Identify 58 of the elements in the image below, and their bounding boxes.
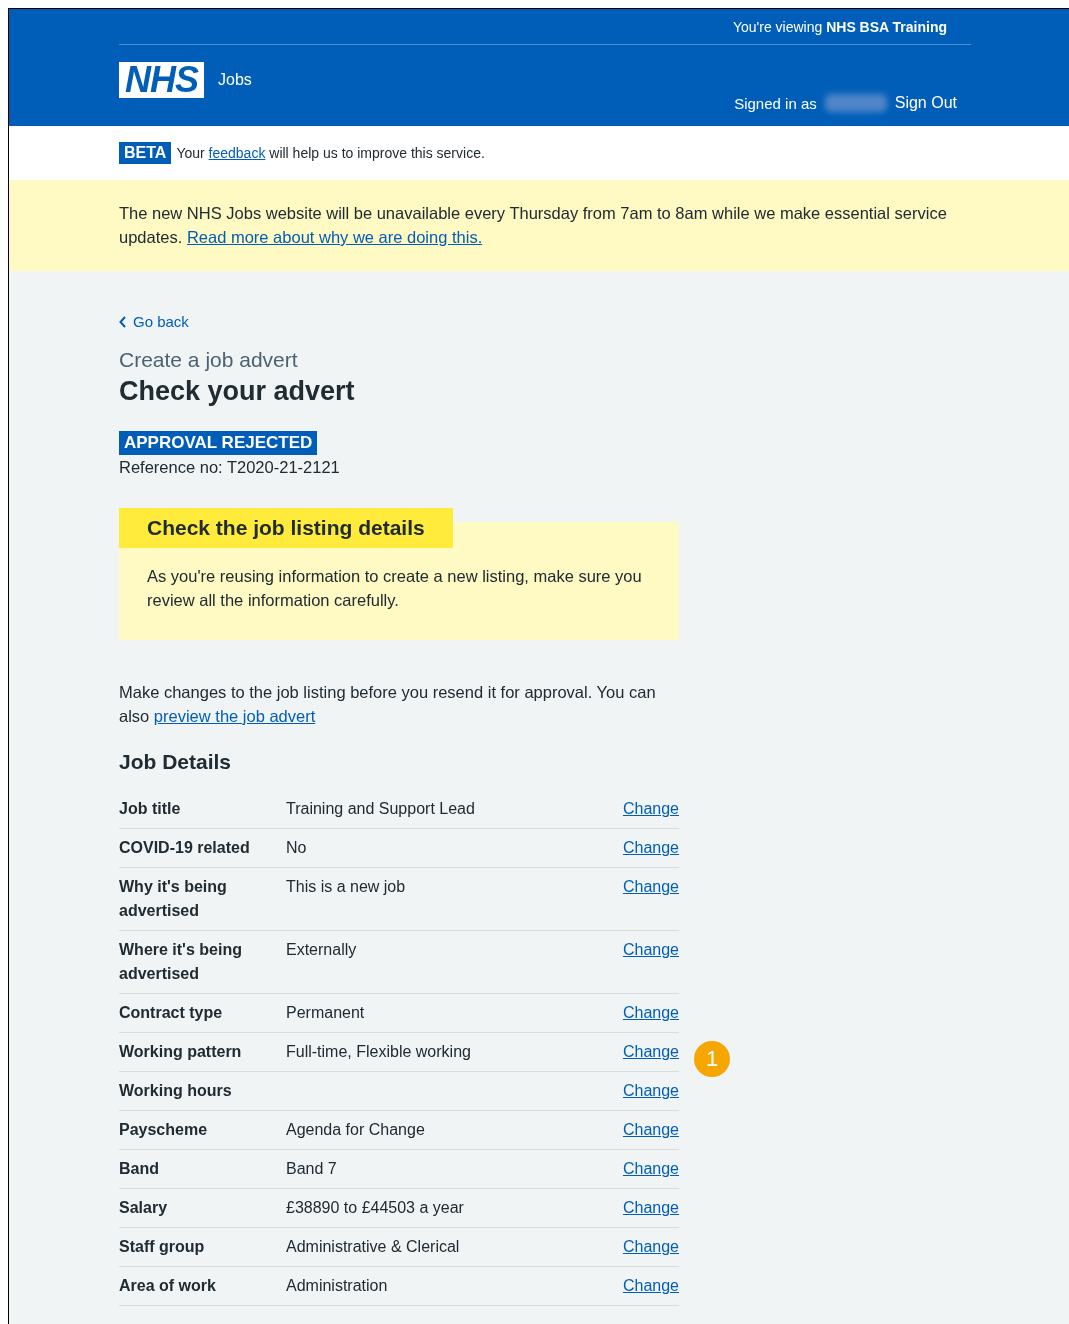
row-value: Training and Support Lead [286, 799, 476, 819]
change-link[interactable]: Change [622, 878, 679, 895]
row-key: Working pattern [119, 1040, 286, 1064]
feedback-link[interactable]: feedback [208, 145, 266, 161]
row-value: Administrative & Clerical [286, 1237, 461, 1257]
row-key: Job title [119, 797, 286, 821]
row-key: Contract type [119, 1001, 286, 1025]
row-value: This is a new job [286, 877, 407, 897]
row-value: £38890 to £44503 a year [286, 1198, 465, 1218]
change-link[interactable]: Change [622, 941, 679, 958]
change-link[interactable]: Change [622, 1121, 679, 1138]
row-value: Permanent [286, 1003, 366, 1023]
change-link[interactable]: Change [622, 1199, 679, 1216]
change-link[interactable]: Change [622, 1082, 679, 1099]
go-back-link[interactable]: Go back [119, 313, 189, 330]
section-heading: Job Details [119, 750, 233, 774]
row-value: Band 7 [286, 1159, 338, 1179]
change-link[interactable]: Change [622, 1043, 679, 1060]
row-key: Area of work [119, 1274, 286, 1298]
page-caption: Create a job advert [119, 348, 299, 372]
chevron-left-icon [119, 315, 127, 328]
preview-link[interactable]: preview the job advert [153, 707, 316, 725]
step-marker: 1 [694, 1041, 730, 1077]
row-value: Full-time, Flexible working [286, 1042, 472, 1062]
row-key: Where it's being advertised [119, 938, 286, 986]
row-value: Administration [286, 1276, 389, 1296]
service-name: Jobs [218, 70, 252, 89]
page-title: Check your advert [119, 376, 356, 407]
change-link[interactable]: Change [622, 839, 679, 856]
beta-tag: BETA [119, 142, 172, 164]
row-value: Externally [286, 940, 358, 960]
row-key: COVID-19 related [119, 836, 286, 860]
row-key: Why it's being advertised [119, 875, 286, 923]
row-key: Salary [119, 1196, 286, 1220]
blurred-username [824, 94, 887, 112]
change-link[interactable]: Change [622, 800, 679, 817]
notice-text: The new NHS Jobs website will be unavailable every Thursday from 7am to 8am while we make essential service updates. Read more about why we are doing this. [119, 203, 948, 248]
sign-out-link[interactable]: Sign Out [894, 94, 957, 112]
row-value: No [286, 838, 308, 858]
row-key: Band [119, 1157, 286, 1181]
beta-banner-text: Your feedback will help us to improve this service. [176, 145, 485, 161]
change-link[interactable]: Change [622, 1277, 679, 1294]
row-value: Agenda for Change [286, 1120, 426, 1140]
nhs-logo[interactable]: NHS [119, 62, 204, 98]
organisation-text: You're viewing NHS BSA Training [732, 19, 947, 35]
reference-number: Reference no: T2020-21-2121 [119, 458, 341, 477]
row-key: Payscheme [119, 1118, 286, 1142]
change-link[interactable]: Change [622, 1160, 679, 1177]
signed-in-text: Signed in as [734, 94, 817, 112]
callout-heading: Check the job listing details [119, 508, 453, 548]
change-link[interactable]: Change [622, 1004, 679, 1021]
row-key: Staff group [119, 1235, 286, 1259]
change-link[interactable]: Change [622, 1238, 679, 1255]
row-key: Working hours [119, 1079, 286, 1103]
callout-body: As you're reusing information to create a new listing, make sure you review all the information carefully. [147, 566, 643, 611]
status-tag: APPROVAL REJECTED [119, 431, 318, 455]
read-more-link[interactable]: Read more about why we are doing this. [186, 228, 483, 246]
intro-text: Make changes to the job listing before you resend it for approval. You can also preview the job advert [119, 682, 657, 727]
